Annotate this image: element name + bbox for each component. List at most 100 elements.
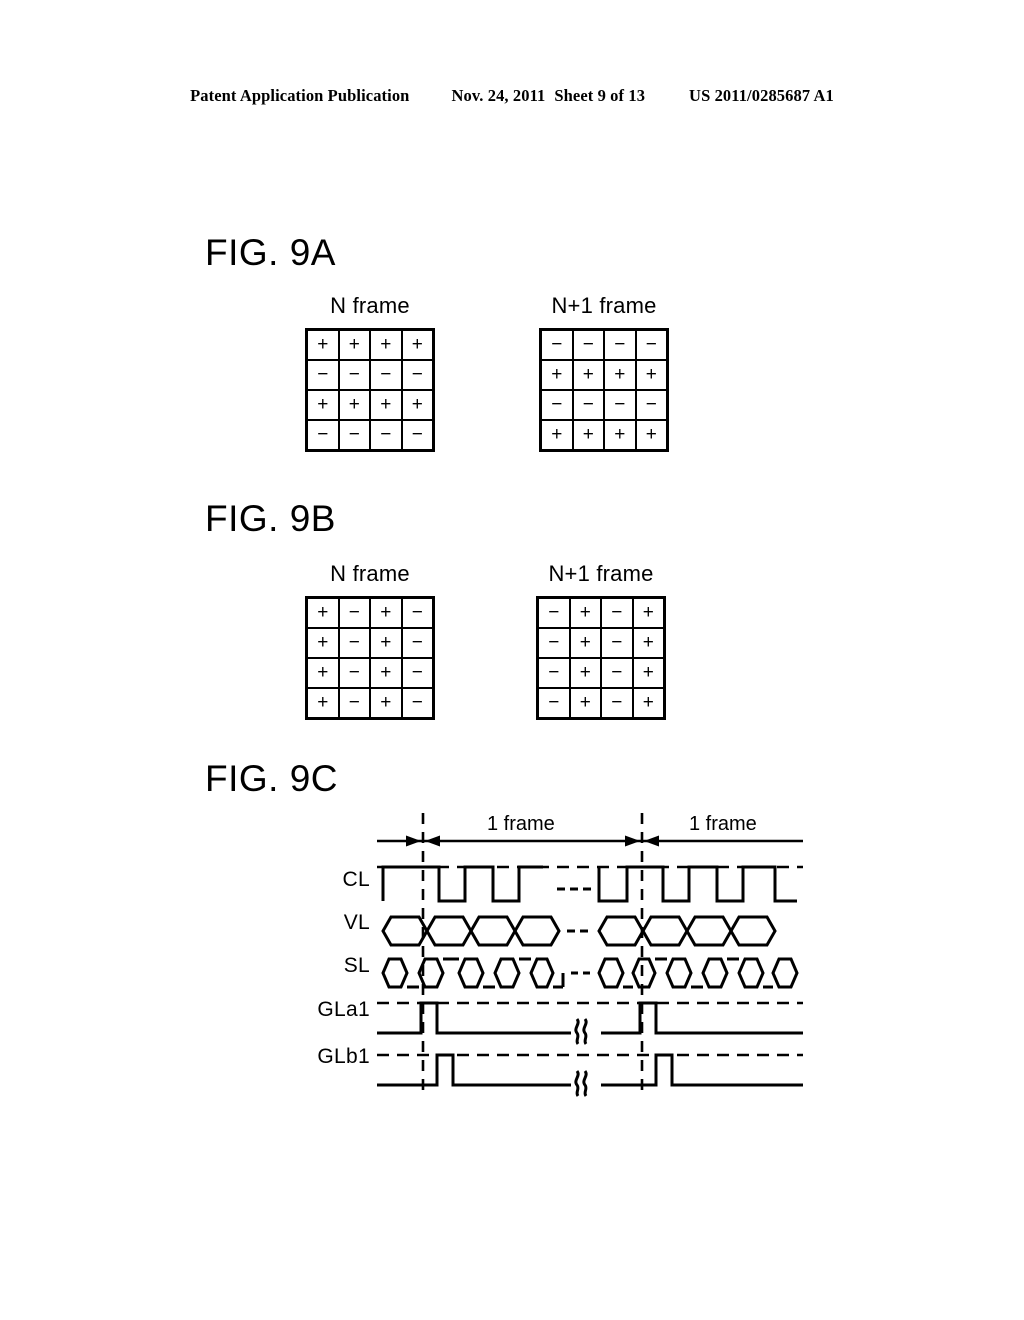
grid-cell: − [605,331,635,359]
gla1-break-symbol [574,1018,588,1045]
cl-waveform-right [597,865,797,903]
grid-cell: + [542,361,572,389]
grid-cell: + [402,391,432,419]
page-header: Patent Application Publication Nov. 24, … [0,86,1024,106]
grid-cell-symbol: − [611,601,623,623]
grid-cell: − [539,689,569,717]
glb1-waveform-right [601,1053,803,1087]
grid-cell-symbol: − [348,691,360,713]
grid-cell: + [339,331,369,359]
grid-cell-symbol: + [614,423,626,445]
grid-cell-symbol: − [551,333,563,355]
grid-cell: − [402,659,432,687]
grid-cell-symbol: − [317,423,329,445]
grid-cell-symbol: − [411,601,423,623]
signal-label-cl: CL [342,868,370,891]
grid-cell-symbol: + [317,661,329,683]
grid-cell: + [605,361,635,389]
figure-9b-title: FIG. 9B [205,498,336,539]
grid-cell: − [371,361,401,389]
grid-cell: − [339,421,369,449]
grid-cell: + [371,689,401,717]
grid-cell: − [339,361,369,389]
grid-cell-symbol: + [642,661,654,683]
glb1-break-symbol [574,1070,588,1097]
grid-cell-symbol: + [380,691,392,713]
grid-cell-symbol: − [317,363,329,385]
grid-cell-symbol: − [611,631,623,653]
grid-cell: + [308,689,338,717]
vl-waveform-left [381,915,561,947]
timing-diagram-canvas [375,805,805,1105]
frame-arrow-left-1 [406,835,421,847]
grid-cell: + [371,599,401,627]
grid-cell: + [542,421,572,449]
grid-cell-symbol: − [614,393,626,415]
cl-waveform-left [381,865,543,903]
fig9b-n-frame-group: N frame + − + − + − + − + − + − + − + − [305,561,435,720]
grid-cell-symbol: + [317,631,329,653]
grid-cell: + [308,659,338,687]
grid-cell: − [602,659,632,687]
header-patent-number: US 2011/0285687 A1 [689,86,834,105]
grid-cell-symbol: − [548,691,560,713]
grid-cell: − [402,689,432,717]
grid-cell: + [605,421,635,449]
grid-cell: − [402,421,432,449]
grid-cell: − [542,331,572,359]
glb1-waveform-left [377,1053,571,1087]
grid-cell-symbol: − [614,333,626,355]
grid-cell-symbol: − [551,393,563,415]
fig9b-n1-frame-label: N+1 frame [548,561,654,586]
grid-cell: + [308,629,338,657]
grid-cell-symbol: − [411,423,423,445]
header-date: Nov. 24, 2011 [451,86,546,105]
grid-cell: − [402,629,432,657]
grid-cell-symbol: + [551,363,563,385]
figure-9c-title: FIG. 9C [205,758,339,799]
header-sheet: Sheet 9 of 13 [554,86,646,105]
grid-cell-symbol: − [548,631,560,653]
fig9a-n-frame-grid: + + + + − − − − + + + + − − − − [305,328,435,452]
grid-cell-symbol: − [348,631,360,653]
figure-9b: FIG. 9B [205,498,336,540]
sl-waveform-left [381,957,565,989]
grid-cell-symbol: + [582,363,594,385]
grid-cell-symbol: + [411,333,423,355]
fig9a-n1-frame-grid: − − − − + + + + − − − − + + + + [539,328,669,452]
grid-cell-symbol: + [317,691,329,713]
grid-cell: + [570,689,600,717]
grid-cell: + [308,391,338,419]
grid-cell: − [402,361,432,389]
grid-cell: − [371,421,401,449]
grid-cell-symbol: − [348,661,360,683]
grid-cell-symbol: − [548,661,560,683]
grid-cell-symbol: − [348,601,360,623]
grid-cell-symbol: − [411,631,423,653]
figure-9a: FIG. 9A [205,232,336,274]
fig9a-n-frame-label: N frame [330,293,410,318]
grid-cell-symbol: + [579,631,591,653]
grid-cell: + [570,599,600,627]
grid-cell-symbol: − [411,363,423,385]
grid-cell: + [339,391,369,419]
grid-cell-symbol: + [411,393,423,415]
grid-cell: − [636,391,666,419]
grid-cell-symbol: + [579,691,591,713]
gla1-waveform-left [377,1001,571,1035]
grid-cell: + [371,391,401,419]
grid-cell-symbol: − [380,423,392,445]
fig9b-n-frame-grid: + − + − + − + − + − + − + − + − [305,596,435,720]
grid-cell-symbol: + [380,601,392,623]
grid-cell-symbol: − [380,363,392,385]
grid-cell-symbol: + [380,661,392,683]
grid-cell: − [539,599,569,627]
grid-cell: − [339,659,369,687]
grid-cell-symbol: − [645,333,657,355]
grid-cell: + [371,629,401,657]
grid-cell: − [539,659,569,687]
grid-cell-symbol: + [642,601,654,623]
grid-cell: − [605,391,635,419]
grid-cell: + [636,361,666,389]
grid-cell: − [339,629,369,657]
